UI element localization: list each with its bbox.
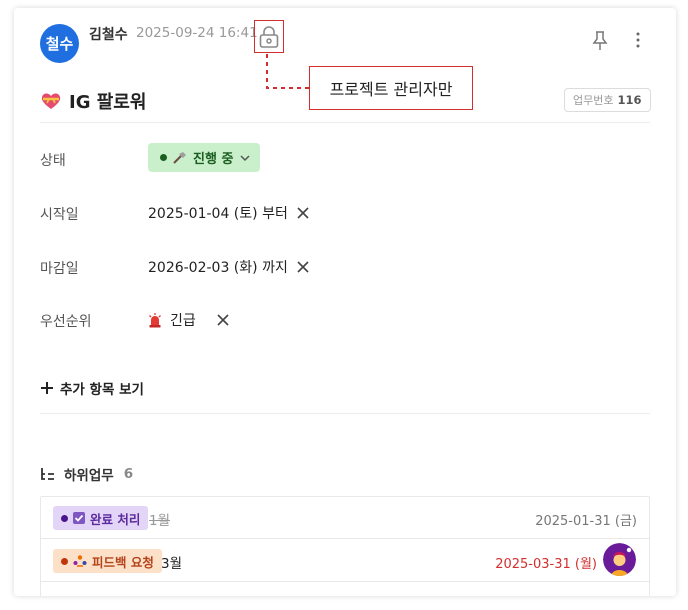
due-date-field[interactable]: 2026-02-03 (화) 까지 — [148, 257, 310, 277]
task-detail-panel: 철수 김철수 2025-09-24 16:41 프로젝트 관리자만 IG 팔로워… — [14, 8, 676, 596]
lock-indicator[interactable] — [254, 20, 284, 53]
priority-label: 우선순위 — [40, 314, 92, 330]
author-name: 김철수 — [89, 27, 128, 43]
due-date-label: 마감일 — [40, 261, 79, 277]
plus-icon — [41, 382, 53, 394]
siren-icon — [149, 313, 161, 328]
subtask-list: 완료 처리 1월 2025-01-31 (금) 피드백 요청 3월 2025-0… — [40, 496, 650, 596]
subtask-status-text: 피드백 요청 — [92, 554, 154, 570]
subtask-status-chip[interactable]: 완료 처리 — [53, 506, 149, 530]
subtask-name: 3월 — [161, 556, 183, 572]
subtask-row[interactable]: 피드백 요청 3월 2025-03-31 (월) — [41, 540, 649, 582]
status-value: 진행 중 — [193, 152, 234, 167]
subtasks-count: 6 — [123, 466, 134, 482]
clear-start-date-icon[interactable] — [296, 206, 310, 220]
subtask-status-chip[interactable]: 피드백 요청 — [53, 549, 162, 573]
clear-due-date-icon[interactable] — [296, 260, 310, 274]
chevron-down-icon — [240, 154, 250, 161]
lock-icon — [259, 25, 279, 48]
more-options-icon[interactable] — [630, 30, 646, 50]
clear-priority-icon[interactable] — [216, 313, 230, 327]
start-date-value: 2025-01-04 (토) 부터 — [148, 206, 288, 222]
pin-icon[interactable] — [592, 30, 608, 52]
priority-field[interactable]: 긴급 — [148, 310, 230, 330]
people-icon — [73, 555, 87, 567]
task-id-label: 업무번호 — [573, 94, 614, 107]
subtask-status-text: 완료 처리 — [90, 511, 141, 527]
task-id-value: 116 — [617, 93, 642, 107]
divider — [40, 413, 650, 414]
author-avatar[interactable]: 철수 — [40, 24, 79, 63]
post-timestamp: 2025-09-24 16:41 — [136, 25, 258, 41]
assignee-avatar[interactable] — [603, 543, 636, 576]
subtask-tree-icon — [41, 468, 54, 480]
status-label: 상태 — [40, 153, 66, 169]
status-dot — [160, 154, 167, 161]
subtask-row[interactable]: 완료 처리 1월 2025-01-31 (금) — [41, 497, 649, 539]
task-id-badge: 업무번호 116 — [564, 88, 651, 112]
priority-value: 긴급 — [170, 313, 196, 329]
status-dot — [61, 557, 68, 565]
due-date-value: 2026-02-03 (화) 까지 — [148, 260, 288, 276]
start-date-label: 시작일 — [40, 207, 79, 223]
status-dot — [61, 514, 68, 522]
subtask-due-date: 2025-03-31 (월) — [495, 557, 597, 572]
show-more-fields-button[interactable]: 추가 항목 보기 — [40, 378, 144, 398]
show-more-label: 추가 항목 보기 — [60, 382, 144, 398]
divider — [40, 122, 650, 123]
lock-callout: 프로젝트 관리자만 — [309, 66, 473, 110]
heart-ribbon-icon — [41, 93, 61, 109]
subtasks-title: 하위업무 — [64, 468, 114, 484]
subtask-name: 1월 — [149, 513, 171, 529]
hammer-icon — [173, 151, 186, 164]
subtask-due-date: 2025-01-31 (금) — [535, 514, 637, 529]
status-dropdown[interactable]: 진행 중 — [148, 143, 261, 172]
checkbox-checked-icon — [73, 512, 85, 524]
subtasks-header: 하위업무 6 — [40, 464, 133, 484]
task-title[interactable]: IG 팔로워 — [69, 88, 146, 114]
start-date-field[interactable]: 2025-01-04 (토) 부터 — [148, 203, 310, 223]
